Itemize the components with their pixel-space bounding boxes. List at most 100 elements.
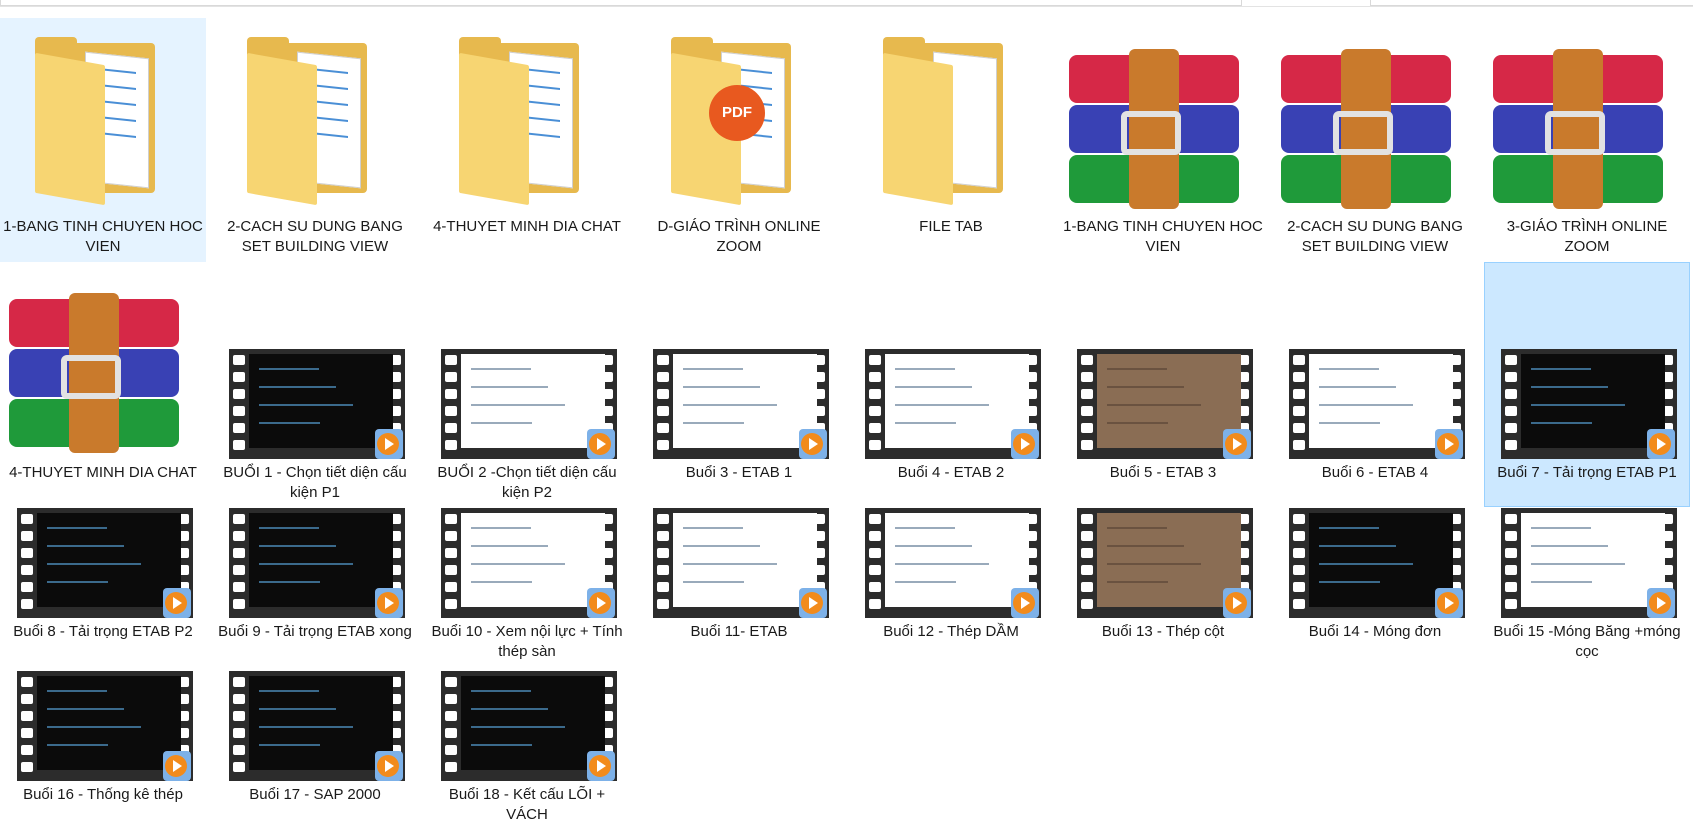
video-preview bbox=[673, 513, 817, 607]
video-preview bbox=[461, 676, 605, 770]
play-icon bbox=[385, 760, 394, 772]
folder-front-shape bbox=[883, 52, 953, 206]
film-sprocket bbox=[1293, 548, 1305, 558]
film-sprocket bbox=[657, 531, 669, 541]
preview-line bbox=[259, 545, 336, 547]
video-file-22[interactable]: Buổi 13 - Thép cột bbox=[1060, 507, 1266, 670]
folder-4[interactable]: PDF D-GIÁO TRÌNH ONLINE ZOOM bbox=[636, 18, 842, 262]
video-file-16[interactable]: Buổi 7 - Tải trọng ETAB P1 bbox=[1484, 262, 1690, 507]
preview-line bbox=[471, 404, 565, 406]
film-sprocket bbox=[657, 440, 669, 450]
preview-line bbox=[47, 744, 108, 746]
video-file-25[interactable]: Buổi 16 - Thống kê thép bbox=[0, 670, 206, 826]
film-sprocket bbox=[869, 440, 881, 450]
video-file-24[interactable]: Buổi 15 -Móng Băng +móng cọc bbox=[1484, 507, 1690, 670]
metal-buckle bbox=[1545, 111, 1605, 155]
folder-2[interactable]: 2-CACH SU DUNG BANG SET BUILDING VIEW bbox=[212, 18, 418, 262]
video-file-19[interactable]: Buổi 10 - Xem nội lực + Tính thép sàn bbox=[424, 507, 630, 670]
archive-file-8[interactable]: 3-GIÁO TRÌNH ONLINE ZOOM bbox=[1484, 18, 1690, 262]
folder-5[interactable]: FILE TAB bbox=[848, 18, 1054, 262]
preview-line bbox=[1107, 527, 1167, 529]
archive-file-9[interactable]: 4-THUYET MINH DIA CHAT bbox=[0, 262, 206, 507]
video-file-12[interactable]: Buổi 3 - ETAB 1 bbox=[636, 262, 842, 507]
video-file-21[interactable]: Buổi 12 - Thép DẦM bbox=[848, 507, 1054, 670]
film-sprocket bbox=[21, 548, 33, 558]
play-icon bbox=[173, 597, 182, 609]
play-icon bbox=[809, 438, 818, 450]
video-file-icon bbox=[1285, 508, 1469, 620]
folder-3[interactable]: 4-THUYET MINH DIA CHAT bbox=[424, 18, 630, 262]
film-sprocket bbox=[1293, 372, 1305, 382]
film-sprocket bbox=[445, 565, 457, 575]
media-player-badge-icon bbox=[799, 429, 827, 459]
video-file-27[interactable]: Buổi 18 - Kết cấu LÕI + VÁCH bbox=[424, 670, 630, 826]
folder-1[interactable]: 1-BANG TINH CHUYEN HOC VIEN bbox=[0, 18, 206, 262]
film-sprocket bbox=[1505, 565, 1517, 575]
film-sprocket bbox=[657, 548, 669, 558]
film-sprocket bbox=[1505, 355, 1517, 365]
video-file-23[interactable]: Buổi 14 - Móng đơn bbox=[1272, 507, 1478, 670]
preview-line bbox=[1107, 422, 1168, 424]
film-sprocket bbox=[869, 599, 881, 609]
video-file-18[interactable]: Buổi 9 - Tải trọng ETAB xong bbox=[212, 507, 418, 670]
video-file-26[interactable]: Buổi 17 - SAP 2000 bbox=[212, 670, 418, 826]
film-sprocket bbox=[445, 582, 457, 592]
video-file-icon bbox=[13, 671, 197, 783]
film-sprocket bbox=[1081, 531, 1093, 541]
preview-line bbox=[683, 404, 777, 406]
play-icon bbox=[1445, 597, 1454, 609]
play-icon bbox=[1021, 597, 1030, 609]
pdf-badge: PDF bbox=[709, 85, 765, 141]
archive-file-6[interactable]: 1-BANG TINH CHUYEN HOC VIEN bbox=[1060, 18, 1266, 262]
video-file-13[interactable]: Buổi 4 - ETAB 2 bbox=[848, 262, 1054, 507]
video-file-icon bbox=[1285, 349, 1469, 461]
preview-line bbox=[471, 726, 565, 728]
file-name-label: Buổi 15 -Móng Băng +móng cọc bbox=[1493, 623, 1681, 660]
preview-line bbox=[895, 581, 956, 583]
video-file-17[interactable]: Buổi 8 - Tải trọng ETAB P2 bbox=[0, 507, 206, 670]
preview-line bbox=[1107, 368, 1167, 370]
media-player-badge-icon bbox=[1223, 429, 1251, 459]
film-sprocket bbox=[233, 745, 245, 755]
video-file-20[interactable]: Buổi 11- ETAB bbox=[636, 507, 842, 670]
play-icon bbox=[1021, 438, 1030, 450]
play-icon bbox=[385, 438, 394, 450]
preview-line bbox=[259, 386, 336, 388]
media-player-badge-icon bbox=[375, 751, 403, 781]
preview-line bbox=[683, 527, 743, 529]
file-name-label: Buổi 17 - SAP 2000 bbox=[249, 786, 381, 803]
film-sprocket bbox=[1293, 355, 1305, 365]
video-preview bbox=[885, 354, 1029, 448]
film-sprocket bbox=[233, 599, 245, 609]
video-preview bbox=[1521, 354, 1665, 448]
metal-buckle bbox=[61, 355, 121, 399]
film-sprocket bbox=[233, 565, 245, 575]
preview-line bbox=[471, 527, 531, 529]
preview-line bbox=[259, 368, 319, 370]
film-sprocket bbox=[1505, 599, 1517, 609]
media-player-badge-icon bbox=[1011, 588, 1039, 618]
media-player-badge-icon bbox=[587, 751, 615, 781]
video-file-14[interactable]: Buổi 5 - ETAB 3 bbox=[1060, 262, 1266, 507]
file-name-label: Buổi 3 - ETAB 1 bbox=[685, 464, 793, 481]
film-sprocket bbox=[445, 531, 457, 541]
film-sprocket bbox=[869, 514, 881, 524]
video-file-15[interactable]: Buổi 6 - ETAB 4 bbox=[1272, 262, 1478, 507]
film-sprocket bbox=[869, 548, 881, 558]
archive-file-7[interactable]: 2-CACH SU DUNG BANG SET BUILDING VIEW bbox=[1272, 18, 1478, 262]
preview-line bbox=[259, 581, 320, 583]
film-sprocket bbox=[21, 565, 33, 575]
winrar-archive-icon bbox=[1061, 19, 1261, 219]
video-file-11[interactable]: BUỔI 2 -Chọn tiết diện cấu kiện P2 bbox=[424, 262, 630, 507]
film-sprocket bbox=[21, 694, 33, 704]
video-file-icon bbox=[437, 349, 621, 461]
film-sprocket bbox=[445, 355, 457, 365]
film-sprocket bbox=[1505, 531, 1517, 541]
file-name-label: Buổi 11- ETAB bbox=[690, 623, 788, 640]
video-file-10[interactable]: BUỔI 1 - Chọn tiết diện cấu kiện P1 bbox=[212, 262, 418, 507]
film-sprocket bbox=[869, 355, 881, 365]
preview-line bbox=[1107, 404, 1201, 406]
preview-line bbox=[47, 708, 124, 710]
preview-line bbox=[1107, 581, 1168, 583]
film-sprocket bbox=[445, 406, 457, 416]
